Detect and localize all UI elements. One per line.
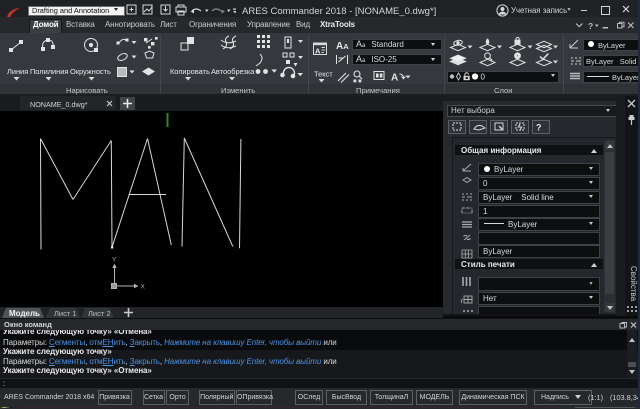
svg-text:Лист 2: Лист 2	[88, 309, 111, 318]
svg-text:X: X	[141, 284, 146, 291]
svg-text:?: ?	[588, 21, 593, 30]
svg-text:A: A	[315, 47, 321, 56]
svg-text:AA: AA	[336, 41, 349, 52]
svg-text:Автообрезка: Автообрезка	[211, 67, 255, 76]
svg-text:Модель: Модель	[9, 309, 40, 318]
svg-text:Линия: Линия	[7, 67, 28, 76]
svg-text:A: A	[391, 73, 398, 84]
svg-text:Y: Y	[112, 257, 117, 264]
svg-text:Полилиния: Полилиния	[30, 67, 68, 76]
svg-text:?: ?	[536, 123, 542, 133]
svg-text:Окружность: Окружность	[70, 67, 111, 76]
svg-text:0: 0	[481, 72, 486, 81]
svg-text:Лист 1: Лист 1	[54, 309, 77, 318]
svg-text:Копировать: Копировать	[170, 67, 210, 76]
svg-text:Текст: Текст	[314, 70, 333, 79]
